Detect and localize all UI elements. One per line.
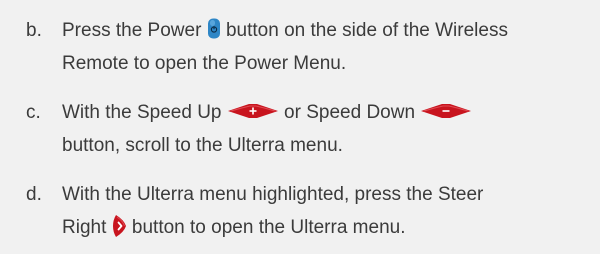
power-button-icon <box>207 18 221 39</box>
step-line: Press the Power button on the side of th… <box>62 14 600 47</box>
step-text: Press the Power button on the side of th… <box>62 14 600 80</box>
step-line: button, scroll to the Ulterra menu. <box>62 135 343 156</box>
steer-right-button-icon <box>112 214 127 238</box>
instruction-list: b. Press the Power button on the side of… <box>0 0 600 254</box>
step-line: Remote to open the Power Menu. <box>62 53 347 74</box>
step-letter: c. <box>26 102 41 123</box>
step-text-segment: button to open the Ulterra menu. <box>131 217 406 238</box>
step-line: Right button to open the Ulterra menu. <box>62 211 600 244</box>
step-text-segment: button on the side of the Wireless <box>225 20 508 41</box>
step-letter: d. <box>26 184 42 205</box>
step-line: With the Ulterra menu highlighted, press… <box>62 184 484 205</box>
step-letter: b. <box>26 20 42 41</box>
step-text-segment: or Speed Down <box>284 102 416 123</box>
step-text: With the Ulterra menu highlighted, press… <box>62 178 600 244</box>
speed-up-button-icon <box>227 103 279 119</box>
step-text-segment: Right <box>62 217 107 238</box>
step-line: With the Speed Up or Speed Down <box>62 96 600 129</box>
step-text-segment: With the Speed Up <box>62 102 222 123</box>
step-text-segment: Press the Power <box>62 20 202 41</box>
speed-down-button-icon <box>420 103 472 119</box>
step-text: With the Speed Up or Speed Down button, … <box>62 96 600 162</box>
